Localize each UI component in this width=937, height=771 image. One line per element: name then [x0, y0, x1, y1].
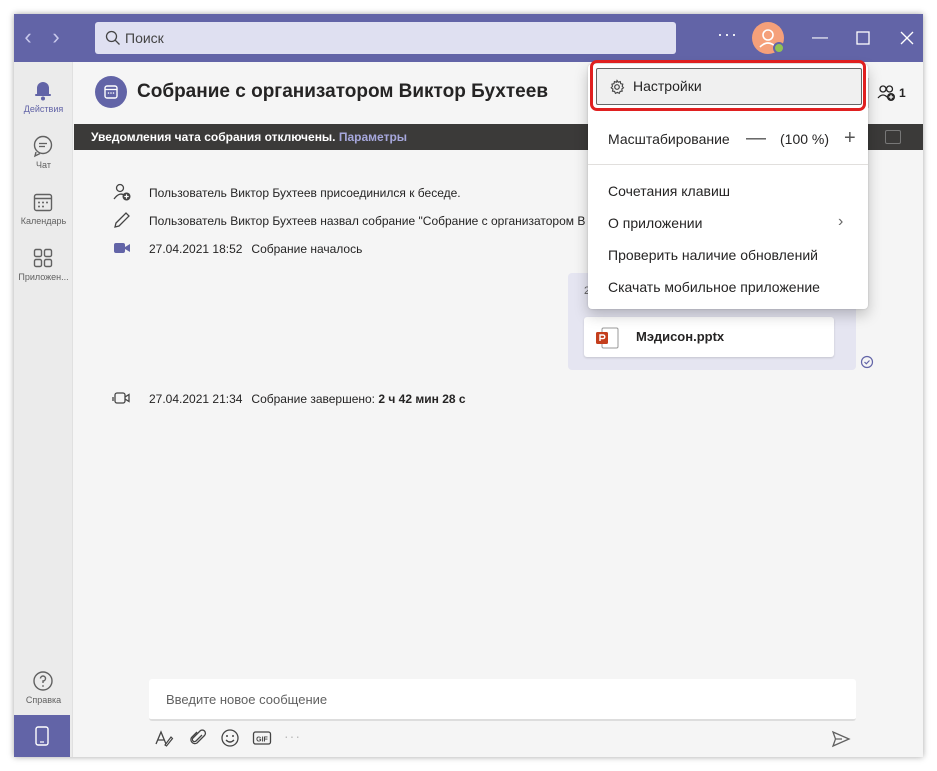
page-title: Собрание с организатором Виктор Бухтеев — [137, 81, 548, 102]
rail-item-chat[interactable]: Чат — [14, 126, 73, 182]
shortcuts-label: Сочетания клавиш — [608, 183, 730, 199]
compose-toolbar: GIF ··· — [154, 728, 854, 750]
search-input[interactable]: Поиск — [95, 22, 676, 54]
rail-item-apps[interactable]: Приложен... — [14, 238, 73, 294]
close-button[interactable] — [896, 26, 918, 50]
file-attachment[interactable]: Мэдисон.pptx — [584, 317, 834, 357]
format-icon[interactable] — [154, 728, 174, 748]
emoji-icon[interactable] — [220, 728, 240, 748]
title-bar: ‹ › Поиск ··· — — [14, 14, 923, 62]
event-time: 27.04.2021 21:34 — [149, 392, 243, 406]
bell-icon — [35, 82, 51, 101]
more-options-button[interactable]: ··· — [717, 24, 738, 45]
powerpoint-file-icon — [596, 327, 619, 349]
zoom-label: Масштабирование — [608, 131, 730, 147]
close-icon — [900, 31, 914, 45]
user-add-icon — [113, 183, 131, 201]
message-compose-input[interactable]: Введите новое сообщение — [149, 679, 856, 721]
menu-item-about[interactable]: О приложении › — [588, 207, 868, 239]
event-duration: 2 ч 42 мин 28 с — [378, 392, 466, 406]
participants-button[interactable]: 1 — [877, 82, 923, 106]
chat-icon — [33, 135, 53, 158]
gif-icon[interactable]: GIF — [252, 728, 272, 748]
rail-label-calendar: Календарь — [20, 216, 67, 226]
event-time: 27.04.2021 18:52 — [149, 242, 243, 256]
compose-placeholder: Введите новое сообщение — [166, 692, 328, 707]
rail-label-chat: Чат — [36, 160, 51, 170]
rail-label-apps: Приложен... — [18, 272, 69, 282]
presence-status-badge — [773, 42, 785, 54]
zoom-in-button[interactable]: + — [844, 127, 856, 150]
menu-item-zoom: Масштабирование — (100 %) + — [588, 123, 868, 155]
zoom-out-button[interactable]: — — [746, 127, 766, 150]
help-icon — [33, 671, 53, 691]
event-text: 27.04.2021 21:34 Собрание завершено: 2 ч … — [149, 392, 466, 406]
maximize-icon — [856, 31, 870, 45]
video-icon — [114, 243, 130, 253]
highlight-annotation — [590, 60, 866, 111]
participants-icon — [877, 85, 895, 101]
menu-item-check-updates[interactable]: Проверить наличие обновлений — [588, 239, 868, 271]
menu-divider — [588, 164, 868, 165]
send-icon[interactable] — [831, 730, 851, 748]
search-placeholder: Поиск — [125, 30, 164, 46]
search-icon — [105, 30, 120, 45]
calendar-icon — [33, 193, 53, 212]
banner-text: Уведомления чата собрания отключены. Пар… — [91, 130, 407, 144]
meeting-calendar-icon — [104, 85, 118, 99]
event-message: Собрание началось — [251, 242, 363, 256]
system-event-meeting-ended: 27.04.2021 21:34 Собрание завершено: 2 ч … — [112, 388, 672, 410]
event-message: Собрание завершено: — [251, 392, 376, 406]
menu-item-shortcuts[interactable]: Сочетания клавиш — [588, 175, 868, 207]
rail-item-help[interactable]: Справка — [14, 661, 73, 717]
download-mobile-label: Скачать мобильное приложение — [608, 279, 820, 295]
banner-settings-link[interactable]: Параметры — [339, 130, 407, 144]
teams-window: ‹ › Поиск ··· — Действия Чат Календарь П… — [14, 14, 923, 757]
back-arrow-icon[interactable]: ‹ — [18, 26, 38, 50]
menu-item-download-mobile[interactable]: Скачать мобильное приложение — [588, 271, 868, 303]
rail-item-activity[interactable]: Действия — [14, 70, 73, 126]
attach-icon[interactable] — [188, 728, 208, 748]
rail-item-calendar[interactable]: Календарь — [14, 182, 73, 238]
svg-text:GIF: GIF — [256, 737, 268, 744]
zoom-value: (100 %) — [780, 131, 830, 147]
rail-label-help: Справка — [25, 695, 62, 705]
phone-icon — [35, 726, 49, 746]
about-label: О приложении — [608, 215, 703, 231]
file-name: Мэдисон.pptx — [636, 329, 725, 344]
video-end-icon — [112, 392, 130, 404]
apps-icon — [33, 248, 53, 268]
meeting-avatar — [95, 76, 127, 108]
chevron-right-icon: › — [838, 213, 844, 230]
header-divider — [868, 78, 869, 108]
app-rail: Действия Чат Календарь Приложен... Справ… — [14, 62, 73, 757]
check-updates-label: Проверить наличие обновлений — [608, 247, 818, 263]
rail-label-activity: Действия — [23, 104, 64, 114]
mobile-app-button[interactable] — [14, 715, 70, 757]
expand-icon[interactable] — [885, 130, 901, 144]
event-text: Пользователь Виктор Бухтеев присоединилс… — [149, 186, 461, 200]
banner-message: Уведомления чата собрания отключены. — [91, 130, 336, 144]
event-text: 27.04.2021 18:52 Собрание началось — [149, 242, 362, 256]
maximize-button[interactable] — [852, 26, 874, 50]
event-text: Пользователь Виктор Бухтеев назвал собра… — [149, 214, 586, 228]
participants-count: 1 — [899, 86, 906, 100]
pencil-icon — [114, 212, 130, 228]
read-receipt-icon — [860, 355, 874, 369]
minimize-button[interactable]: — — [809, 26, 831, 50]
forward-arrow-icon[interactable]: › — [46, 26, 66, 50]
more-tools-icon[interactable]: ··· — [284, 728, 301, 744]
